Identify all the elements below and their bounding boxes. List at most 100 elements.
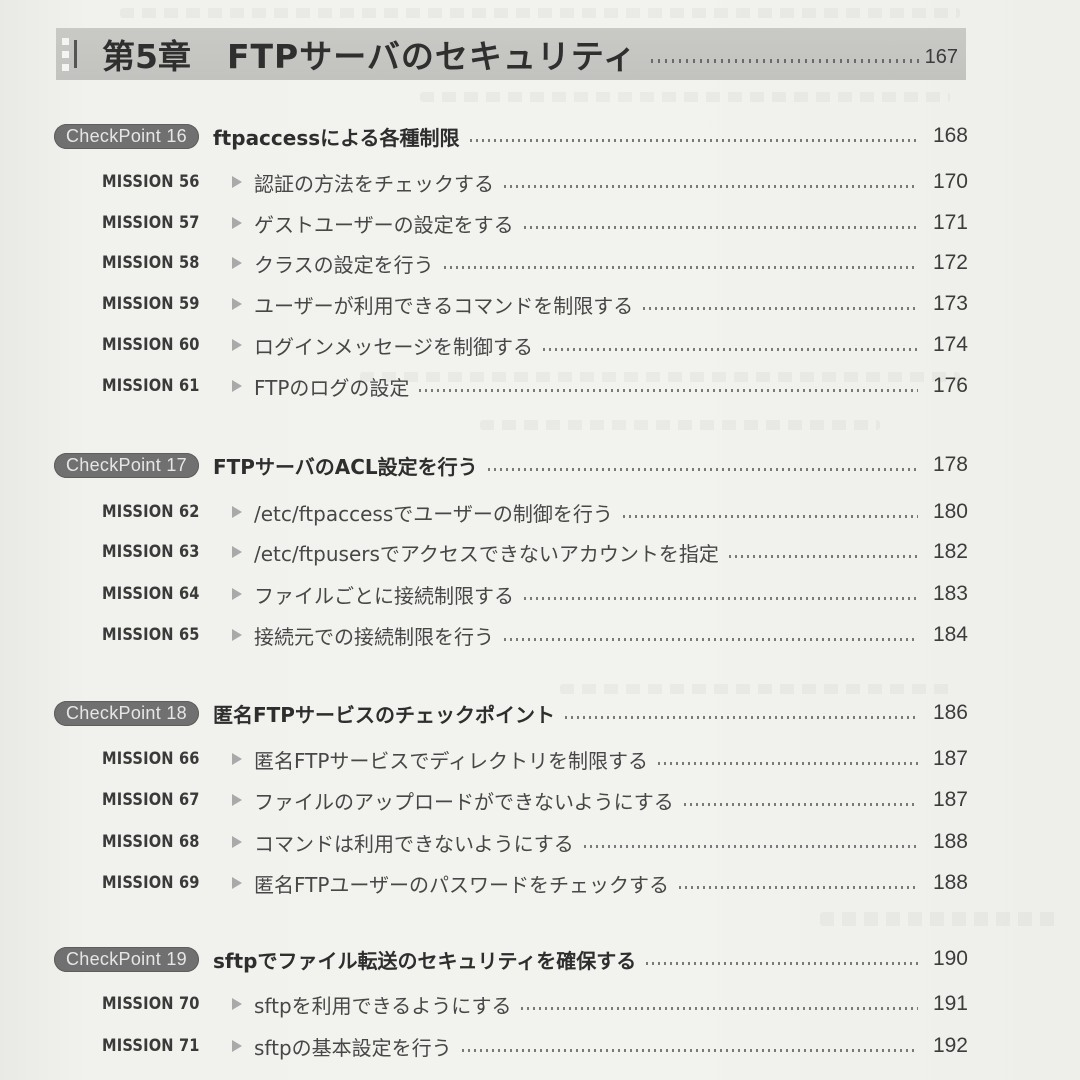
dot-leader xyxy=(443,265,918,269)
arrow-right-icon xyxy=(232,380,242,392)
mission-title: 匿名FTPサービスでディレクトリを制限する xyxy=(254,748,649,773)
checkpoint-badge: CheckPoint 17 xyxy=(54,452,199,478)
page-number: 171 xyxy=(932,211,968,234)
mission-title: 認証の方法をチェックする xyxy=(254,171,494,196)
mission-title: ファイルのアップロードができないようにする xyxy=(254,789,674,814)
chapter-heading[interactable]: 第5章 FTPサーバのセキュリティ 167 xyxy=(56,28,966,80)
arrow-right-icon xyxy=(232,998,242,1010)
page-number: 190 xyxy=(932,947,968,970)
mission-entry[interactable]: MISSION 66 匿名FTPサービスでディレクトリを制限する 187 xyxy=(0,741,1080,777)
dot-leader xyxy=(524,596,918,600)
checkpoint-entry[interactable]: CheckPoint 19 sftpでファイル転送のセキュリティを確保する 19… xyxy=(0,941,1080,977)
mission-entry[interactable]: MISSION 64 ファイルごとに接続制限する 183 xyxy=(0,576,1080,612)
page-number: 184 xyxy=(932,623,968,646)
mission-title: FTPのログの設定 xyxy=(254,375,410,400)
mission-label: MISSION 58 xyxy=(102,253,200,273)
dot-leader xyxy=(683,802,918,806)
page-number: 172 xyxy=(932,251,968,274)
mission-label: MISSION 62 xyxy=(102,502,200,522)
mission-entry[interactable]: MISSION 58 クラスの設定を行う 172 xyxy=(0,245,1080,281)
dot-leader xyxy=(504,184,918,188)
mission-entry[interactable]: MISSION 68 コマンドは利用できないようにする 188 xyxy=(0,824,1080,860)
bleed-through xyxy=(120,8,960,18)
checkpoint-badge: CheckPoint 16 xyxy=(54,123,199,149)
dot-leader xyxy=(583,844,918,848)
page-number: 183 xyxy=(932,582,968,605)
bleed-through xyxy=(560,684,950,694)
mission-title: ユーザーが利用できるコマンドを制限する xyxy=(254,293,634,318)
mission-entry[interactable]: MISSION 62 /etc/ftpaccessでユーザーの制御を行う 180 xyxy=(0,494,1080,530)
page-number: 180 xyxy=(932,500,968,523)
mission-entry[interactable]: MISSION 69 匿名FTPユーザーのパスワードをチェックする 188 xyxy=(0,865,1080,901)
mission-entry[interactable]: MISSION 71 sftpの基本設定を行う 192 xyxy=(0,1028,1080,1064)
chapter-marker-icon xyxy=(60,34,90,74)
arrow-right-icon xyxy=(232,339,242,351)
bleed-through xyxy=(480,420,880,430)
mission-entry[interactable]: MISSION 65 接続元での接続制限を行う 184 xyxy=(0,617,1080,653)
mission-label: MISSION 65 xyxy=(102,625,200,645)
dot-leader xyxy=(650,59,919,63)
checkpoint-entry[interactable]: CheckPoint 16 ftpaccessによる各種制限 168 xyxy=(0,118,1080,154)
mission-title: /etc/ftpaccessでユーザーの制御を行う xyxy=(254,501,613,526)
checkpoint-title: 匿名FTPサービスのチェックポイント xyxy=(212,702,555,727)
mission-label: MISSION 68 xyxy=(102,832,200,852)
arrow-right-icon xyxy=(232,836,242,848)
mission-label: MISSION 57 xyxy=(102,213,200,233)
mission-title: クラスの設定を行う xyxy=(254,252,434,277)
mission-entry[interactable]: MISSION 57 ゲストユーザーの設定をする 171 xyxy=(0,205,1080,241)
arrow-right-icon xyxy=(232,877,242,889)
checkpoint-entry[interactable]: CheckPoint 17 FTPサーバのACL設定を行う 178 xyxy=(0,447,1080,483)
mission-title: sftpの基本設定を行う xyxy=(254,1035,452,1060)
mission-entry[interactable]: MISSION 63 /etc/ftpusersでアクセスできないアカウントを指… xyxy=(0,534,1080,570)
dot-leader xyxy=(419,388,918,392)
mission-entry[interactable]: MISSION 56 認証の方法をチェックする 170 xyxy=(0,164,1080,200)
arrow-right-icon xyxy=(232,546,242,558)
mission-entry[interactable]: MISSION 60 ログインメッセージを制御する 174 xyxy=(0,327,1080,363)
page-number: 170 xyxy=(932,170,968,193)
mission-title: ゲストユーザーの設定をする xyxy=(254,212,514,237)
mission-label: MISSION 69 xyxy=(102,873,200,893)
page-number: 188 xyxy=(932,830,968,853)
mission-label: MISSION 67 xyxy=(102,790,200,810)
dot-leader xyxy=(504,637,918,641)
dot-leader xyxy=(658,761,918,765)
arrow-right-icon xyxy=(232,794,242,806)
page-number: 182 xyxy=(932,540,968,563)
chapter-number: 第5章 xyxy=(102,37,191,76)
mission-label: MISSION 71 xyxy=(102,1036,200,1056)
toc-page: 第5章 FTPサーバのセキュリティ 167 CheckPoint 16 ftpa… xyxy=(0,0,1080,1080)
chapter-title: FTPサーバのセキュリティ xyxy=(226,37,637,76)
mission-label: MISSION 63 xyxy=(102,542,200,562)
arrow-right-icon xyxy=(232,629,242,641)
mission-title: ファイルごとに接続制限する xyxy=(254,583,514,608)
dot-leader xyxy=(523,225,918,229)
mission-entry[interactable]: MISSION 67 ファイルのアップロードができないようにする 187 xyxy=(0,782,1080,818)
page-number: 176 xyxy=(932,374,968,397)
arrow-right-icon xyxy=(232,1040,242,1052)
mission-title: コマンドは利用できないようにする xyxy=(254,831,574,856)
checkpoint-badge: CheckPoint 19 xyxy=(54,946,199,972)
arrow-right-icon xyxy=(232,753,242,765)
checkpoint-entry[interactable]: CheckPoint 18 匿名FTPサービスのチェックポイント 186 xyxy=(0,695,1080,731)
mission-entry[interactable]: MISSION 70 sftpを利用できるようにする 191 xyxy=(0,986,1080,1022)
dot-leader xyxy=(564,715,918,719)
checkpoint-title: sftpでファイル転送のセキュリティを確保する xyxy=(212,948,637,973)
page-number: 168 xyxy=(932,124,968,147)
mission-entry[interactable]: MISSION 59 ユーザーが利用できるコマンドを制限する 173 xyxy=(0,286,1080,322)
page-number: 186 xyxy=(932,701,968,724)
checkpoint-badge: CheckPoint 18 xyxy=(54,700,199,726)
dot-leader xyxy=(643,306,918,310)
checkpoint-title: FTPサーバのACL設定を行う xyxy=(212,454,478,479)
mission-entry[interactable]: MISSION 61 FTPのログの設定 176 xyxy=(0,368,1080,404)
dot-leader xyxy=(679,885,918,889)
mission-label: MISSION 59 xyxy=(102,294,200,314)
dot-leader xyxy=(543,347,918,351)
page-number: 174 xyxy=(932,333,968,356)
arrow-right-icon xyxy=(232,506,242,518)
checkpoint-title: ftpaccessによる各種制限 xyxy=(212,125,460,150)
page-number: 187 xyxy=(932,788,968,811)
mission-title: sftpを利用できるようにする xyxy=(254,993,512,1018)
page-number: 192 xyxy=(932,1034,968,1057)
mission-label: MISSION 60 xyxy=(102,335,200,355)
arrow-right-icon xyxy=(232,217,242,229)
